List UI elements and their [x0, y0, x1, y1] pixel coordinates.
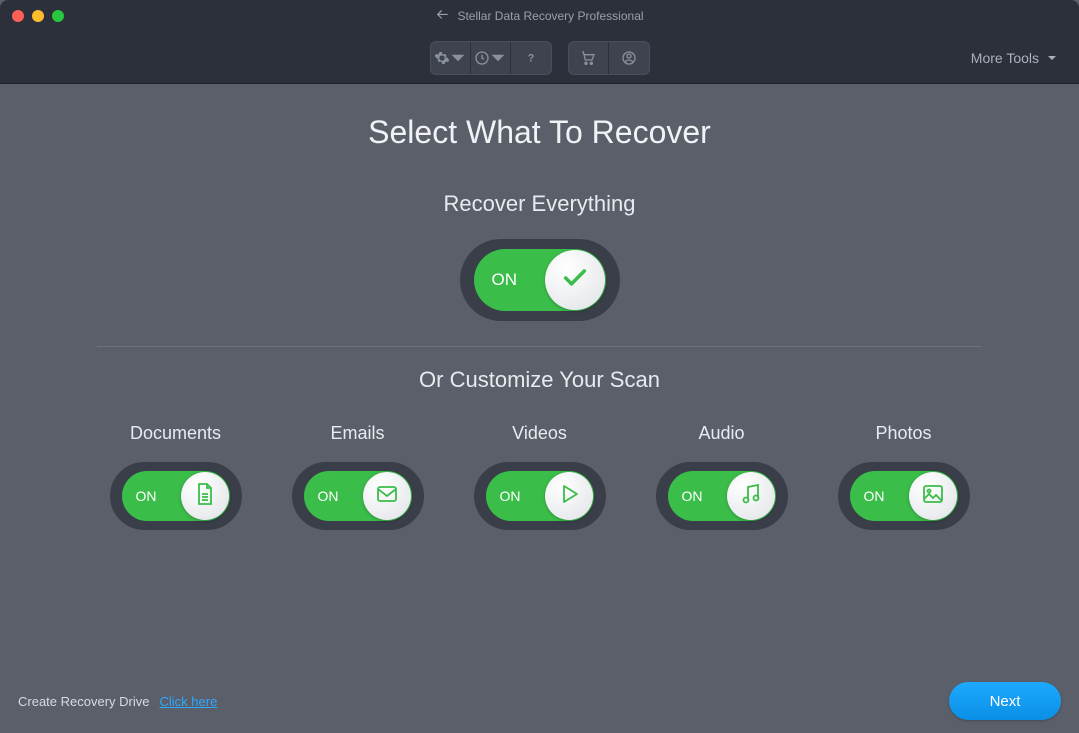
toggle-knob	[909, 472, 957, 520]
next-button[interactable]: Next	[949, 682, 1061, 720]
toggle-on-label: ON	[136, 488, 157, 504]
toggle-frame: ON	[460, 239, 620, 321]
minimize-window-button[interactable]	[32, 10, 44, 22]
category-documents-label: Documents	[130, 423, 221, 444]
customize-label: Or Customize Your Scan	[419, 367, 660, 393]
window-title-text: Stellar Data Recovery Professional	[457, 9, 643, 23]
window-title: Stellar Data Recovery Professional	[435, 8, 643, 25]
documents-toggle[interactable]: ON	[122, 471, 230, 521]
photos-toggle[interactable]: ON	[850, 471, 958, 521]
categories: Documents ON Emails	[110, 423, 970, 530]
click-here-link[interactable]: Click here	[160, 694, 218, 709]
help-button[interactable]: ?	[511, 42, 551, 74]
image-icon	[921, 482, 945, 511]
titlebar: Stellar Data Recovery Professional	[0, 0, 1079, 32]
close-window-button[interactable]	[12, 10, 24, 22]
music-icon	[739, 482, 763, 511]
cart-button[interactable]	[569, 42, 609, 74]
email-icon	[375, 482, 399, 511]
more-tools-label: More Tools	[971, 50, 1039, 66]
toggle-frame: ON	[110, 462, 242, 530]
recover-everything-toggle-wrap: ON	[460, 239, 620, 321]
play-icon	[557, 482, 581, 511]
toggle-on-label: ON	[492, 270, 518, 290]
category-audio: Audio ON	[656, 423, 788, 530]
emails-toggle[interactable]: ON	[304, 471, 412, 521]
toggle-on-label: ON	[500, 488, 521, 504]
toggle-frame: ON	[656, 462, 788, 530]
footer: Create Recovery Drive Click here Next	[0, 677, 1079, 733]
toolbar-group-settings: ?	[430, 41, 552, 75]
chevron-down-icon	[450, 50, 466, 66]
document-icon	[193, 482, 217, 511]
videos-toggle[interactable]: ON	[486, 471, 594, 521]
footer-left: Create Recovery Drive Click here	[18, 694, 217, 709]
user-button[interactable]	[609, 42, 649, 74]
back-icon	[435, 8, 449, 25]
toggle-on-label: ON	[682, 488, 703, 504]
page-title: Select What To Recover	[368, 114, 711, 151]
toolbar: ? More Tools	[0, 32, 1079, 84]
toggle-knob	[727, 472, 775, 520]
category-emails: Emails ON	[292, 423, 424, 530]
recover-everything-label: Recover Everything	[444, 191, 636, 217]
toggle-knob	[545, 250, 605, 310]
svg-text:?: ?	[527, 52, 534, 64]
category-documents: Documents ON	[110, 423, 242, 530]
toggle-frame: ON	[838, 462, 970, 530]
toolbar-center: ?	[430, 41, 650, 75]
toggle-frame: ON	[474, 462, 606, 530]
recover-everything-toggle[interactable]: ON	[474, 249, 606, 311]
app-window: Stellar Data Recovery Professional ?	[0, 0, 1079, 733]
history-button[interactable]	[471, 42, 511, 74]
category-emails-label: Emails	[330, 423, 384, 444]
next-button-label: Next	[990, 693, 1021, 710]
check-icon	[561, 264, 589, 297]
window-controls	[12, 10, 64, 22]
toggle-on-label: ON	[864, 488, 885, 504]
create-recovery-drive-label: Create Recovery Drive	[18, 694, 150, 709]
maximize-window-button[interactable]	[52, 10, 64, 22]
content: Select What To Recover Recover Everythin…	[0, 84, 1079, 733]
audio-toggle[interactable]: ON	[668, 471, 776, 521]
chevron-down-icon	[490, 50, 506, 66]
toggle-on-label: ON	[318, 488, 339, 504]
category-videos-label: Videos	[512, 423, 567, 444]
category-photos-label: Photos	[875, 423, 931, 444]
category-audio-label: Audio	[698, 423, 744, 444]
toggle-knob	[545, 472, 593, 520]
chevron-down-icon	[1047, 50, 1057, 66]
category-videos: Videos ON	[474, 423, 606, 530]
toolbar-group-account	[568, 41, 650, 75]
category-photos: Photos ON	[838, 423, 970, 530]
toggle-knob	[363, 472, 411, 520]
more-tools-button[interactable]: More Tools	[971, 50, 1057, 66]
toggle-frame: ON	[292, 462, 424, 530]
settings-button[interactable]	[431, 42, 471, 74]
divider	[97, 346, 982, 347]
toggle-knob	[181, 472, 229, 520]
